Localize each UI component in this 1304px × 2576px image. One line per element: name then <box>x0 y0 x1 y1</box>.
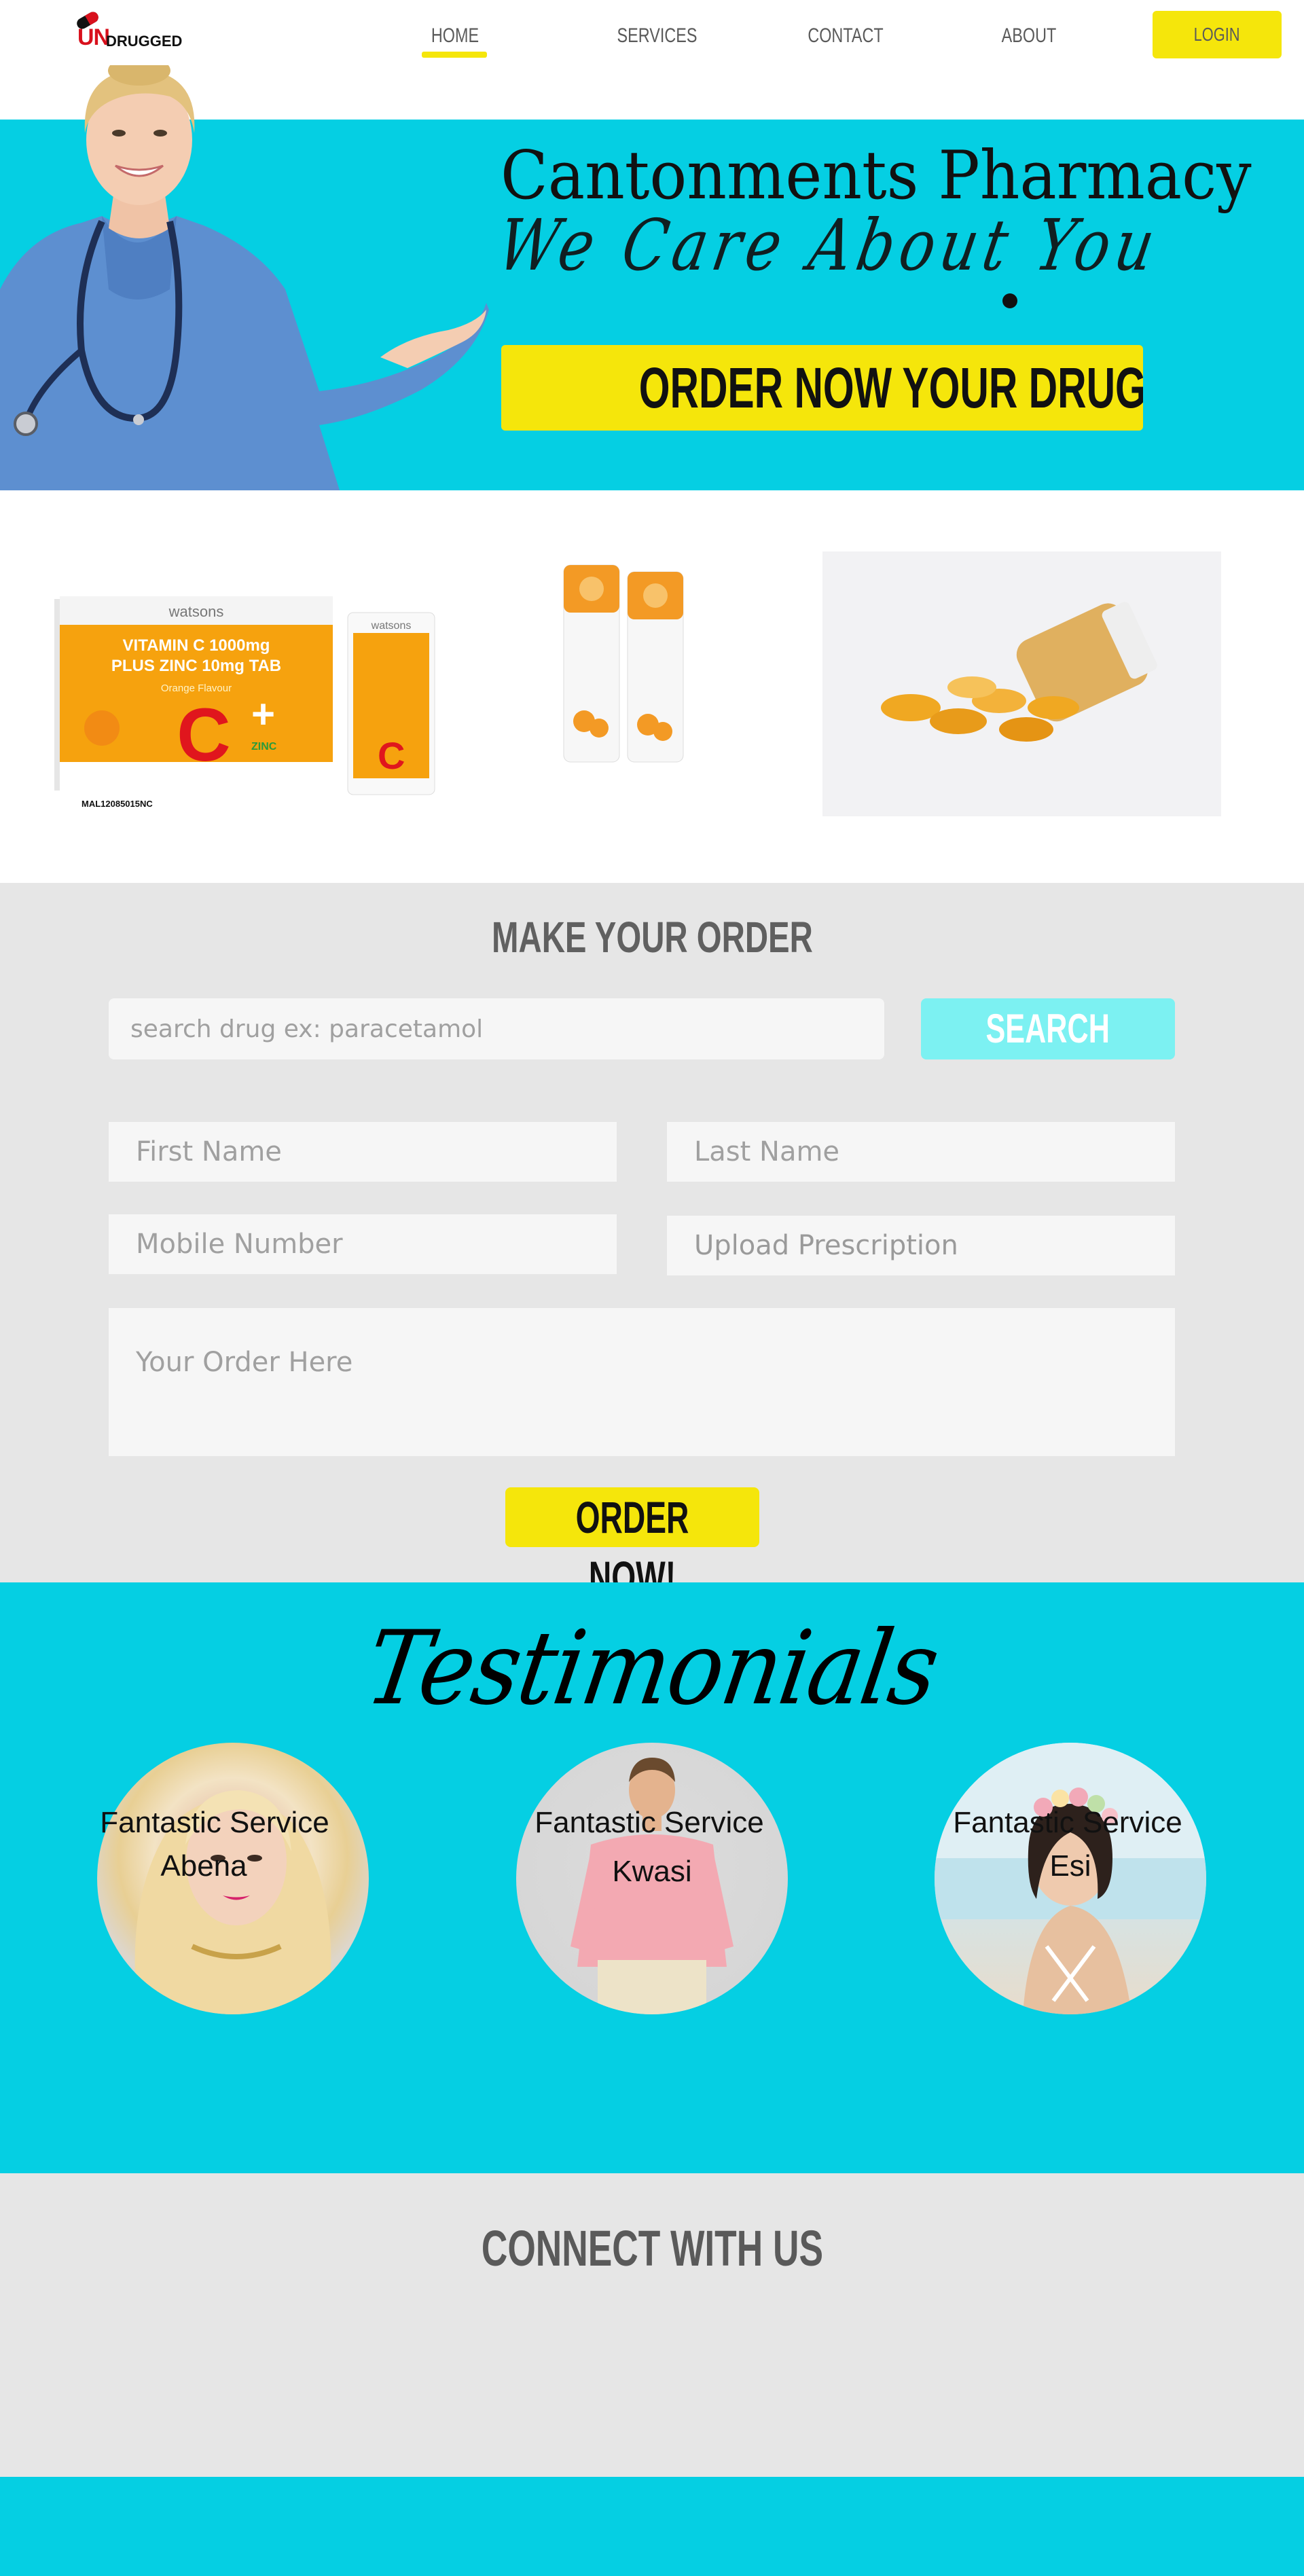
connect-heading-text: CONNECT WITH US <box>481 2220 823 2276</box>
testimonial-1-caption: Fantastic Service <box>100 1806 329 1839</box>
logo-un: UN <box>77 24 110 50</box>
order-section: MAKE YOUR ORDER SEARCH Upload Prescripti… <box>0 883 1304 1602</box>
search-button-label: SEARCH <box>985 1006 1110 1051</box>
hero-dot <box>1002 293 1017 308</box>
vitamin-c-box-image: watsons VITAMIN C 1000mg PLUS ZINC 10mg … <box>54 596 435 809</box>
upload-prescription-button[interactable]: Upload Prescription <box>667 1216 1175 1275</box>
box-line-2: PLUS ZINC 10mg TAB <box>111 657 281 675</box>
order-drugs-button[interactable]: ORDER NOW YOUR DRUGS NOW <box>501 345 1143 431</box>
box-code: MAL12085015NC <box>82 799 153 809</box>
footer-bar <box>0 2477 1304 2576</box>
nurse-image <box>0 65 489 490</box>
mobile-number-field[interactable] <box>109 1214 617 1274</box>
svg-text:watsons: watsons <box>371 620 412 632</box>
order-now-button[interactable]: ORDER NOW! <box>505 1487 759 1602</box>
login-button[interactable]: LOGIN <box>1153 11 1282 58</box>
svg-text:+: + <box>251 691 275 737</box>
connect-section: CONNECT WITH US <box>0 2173 1304 2477</box>
connect-heading: CONNECT WITH US <box>0 2219 1304 2277</box>
testimonial-2-name: Kwasi <box>612 1855 692 1888</box>
testimonial-1-name: Abena <box>160 1849 247 1883</box>
testimonial-3-name: Esi <box>1049 1849 1091 1883</box>
nav-home[interactable]: HOME <box>418 19 492 53</box>
last-name-field[interactable] <box>667 1122 1175 1182</box>
logo[interactable]: UN DRUGGED <box>71 10 193 52</box>
box-line-1: VITAMIN C 1000mg <box>123 636 270 655</box>
nav-active-indicator <box>422 52 487 58</box>
logo-drugged: DRUGGED <box>106 33 183 50</box>
testimonials-heading: Testimonials <box>0 1610 1304 1728</box>
fish-oil-capsules-image <box>822 551 1221 816</box>
box-flavour: Orange Flavour <box>161 683 232 694</box>
testimonials-heading-text: Testimonials <box>358 1610 946 1728</box>
first-name-field[interactable] <box>109 1122 617 1182</box>
order-heading-text: MAKE YOUR ORDER <box>491 913 813 962</box>
login-button-label: LOGIN <box>1194 24 1240 45</box>
product-showcase: watsons VITAMIN C 1000mg PLUS ZINC 10mg … <box>0 490 1304 883</box>
nav-about[interactable]: ABOUT <box>990 19 1069 53</box>
effervescent-tubes-image <box>563 564 684 763</box>
testimonial-2-caption: Fantastic Service <box>535 1806 764 1839</box>
order-details-field[interactable] <box>109 1308 1175 1456</box>
search-button[interactable]: SEARCH <box>921 998 1175 1059</box>
order-drugs-button-label: ORDER NOW YOUR DRUGS NOW <box>638 356 1143 420</box>
nav-contact[interactable]: CONTACT <box>801 19 891 53</box>
svg-text:C: C <box>177 693 230 777</box>
box-brand: watsons <box>168 603 224 620</box>
nav-services[interactable]: SERVICES <box>611 19 704 53</box>
hero-tagline: We Care About You <box>492 204 1166 287</box>
hero-title: Cantonments Pharmacy <box>501 137 1252 215</box>
box-zinc: ZINC <box>251 741 277 752</box>
svg-text:C: C <box>378 734 405 777</box>
search-input[interactable] <box>109 998 884 1059</box>
testimonial-3-caption: Fantastic Service <box>953 1806 1182 1839</box>
order-heading: MAKE YOUR ORDER <box>0 912 1304 962</box>
